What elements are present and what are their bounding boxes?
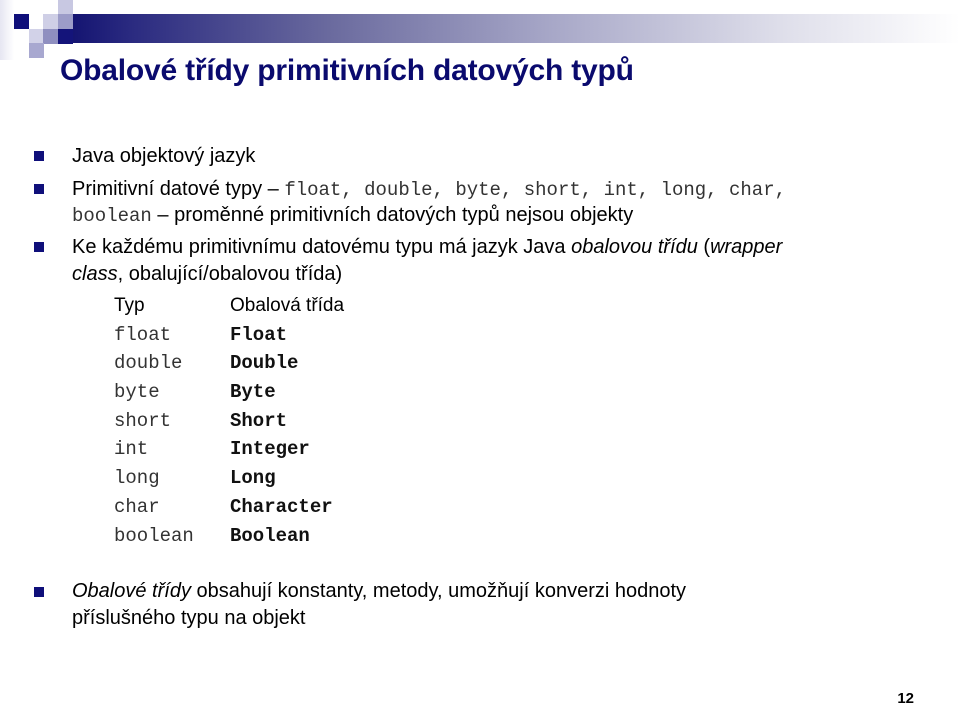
wrapper-class-cell: Double	[230, 352, 299, 375]
wrapper-class-cell: Float	[230, 323, 288, 346]
square-bullet-icon	[34, 242, 44, 252]
square-bullet-icon	[34, 151, 44, 161]
wrapper-class-cell: Short	[230, 409, 288, 432]
bullet-text: příslušného typu na objekt	[72, 607, 306, 629]
decor-square	[29, 29, 44, 44]
bullet-text: (	[697, 236, 711, 258]
decor-square	[29, 43, 44, 58]
slide-title: Obalové třídy primitivních datových typů	[60, 54, 634, 87]
decor-gradient-strip	[0, 0, 14, 60]
decor-square	[58, 0, 73, 15]
bullet-item-continuation: boolean – proměnné primitivních datových…	[72, 201, 633, 230]
primitive-type-code: boolean	[72, 205, 152, 227]
emphasis-text: Obalové třídy	[72, 580, 191, 602]
bullet-item: Obalové třídy obsahují konstanty, metody…	[72, 577, 686, 605]
header-gradient-bar	[58, 14, 960, 43]
bullet-text: Java objektový jazyk	[72, 145, 256, 167]
bullet-item: Ke každému primitivnímu datovému typu má…	[72, 233, 782, 261]
bullet-text: Ke každému primitivnímu datovému typu má…	[72, 236, 572, 258]
bullet-item: Primitivní datové typy – float, double, …	[72, 175, 786, 204]
decor-square	[43, 14, 58, 29]
primitive-type-cell: double	[114, 352, 183, 375]
primitive-type-cell: char	[114, 495, 160, 518]
bullet-item-continuation: class, obalující/obalovou třída)	[72, 260, 342, 288]
bullet-text: obsahují konstanty, metody, umožňují kon…	[190, 580, 687, 602]
page-number: 12	[897, 690, 914, 707]
column-header-type: Typ	[114, 295, 145, 316]
bullet-item-continuation: příslušného typu na objekt	[72, 604, 306, 632]
bullet-text: , obalující/obalovou třída)	[117, 263, 343, 285]
decor-square	[43, 29, 58, 44]
wrapper-class-cell: Integer	[230, 438, 310, 461]
emphasis-text: class	[72, 263, 118, 285]
wrapper-class-cell: Character	[230, 495, 333, 518]
primitive-type-cell: int	[114, 438, 149, 461]
primitive-type-cell: long	[114, 467, 160, 490]
bullet-item: Java objektový jazyk	[72, 142, 255, 170]
square-bullet-icon	[34, 184, 44, 194]
primitive-type-cell: byte	[114, 381, 160, 404]
emphasis-text: wrapper	[710, 236, 783, 258]
wrapper-class-cell: Boolean	[230, 524, 310, 547]
bullet-text: – proměnné primitivních datových typů ne…	[151, 204, 634, 226]
decor-square	[58, 29, 73, 44]
bullet-text: Primitivní datové typy –	[72, 178, 285, 200]
emphasis-text: obalovou třídu	[571, 236, 698, 258]
primitive-type-cell: float	[114, 323, 172, 346]
wrapper-class-cell: Byte	[230, 381, 276, 404]
decor-square	[14, 14, 29, 29]
primitive-types-code: float, double, byte, short, int, long, c…	[284, 179, 786, 201]
primitive-type-cell: short	[114, 409, 172, 432]
wrapper-class-cell: Long	[230, 467, 276, 490]
primitive-type-cell: boolean	[114, 524, 194, 547]
decor-square	[58, 14, 73, 29]
column-header-wrapper: Obalová třída	[230, 295, 345, 316]
square-bullet-icon	[34, 587, 44, 597]
